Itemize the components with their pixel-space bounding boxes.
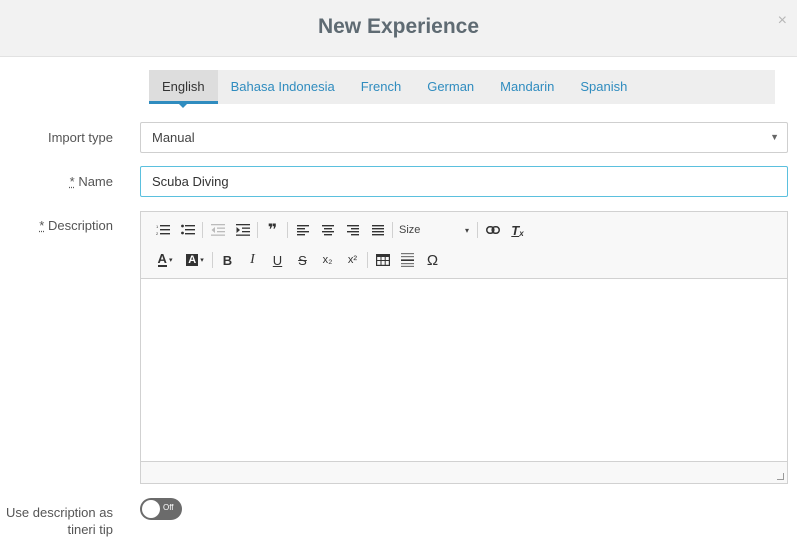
dialog-title: New Experience (317, 15, 480, 38)
background-color-glyph: A (186, 254, 199, 266)
toolbar-separator (202, 222, 203, 238)
chevron-down-icon: ▾ (200, 257, 204, 264)
toolbar-row-2: A ▾ A ▾ B I U S x₂ x² Ω (150, 248, 445, 272)
tip-label: Use description as tineri tip (0, 504, 113, 538)
editor-content-area[interactable] (141, 279, 787, 461)
align-center-icon[interactable] (315, 218, 340, 242)
tab-english[interactable]: English (149, 70, 218, 108)
tip-label-line1: Use description as (6, 505, 113, 520)
outdent-icon[interactable] (205, 218, 230, 242)
strikethrough-icon[interactable]: S (290, 248, 315, 272)
name-label-text: Name (74, 174, 113, 189)
blockquote-icon[interactable]: ❞ (260, 218, 285, 242)
toggle-state-text: Off (163, 503, 174, 512)
subscript-icon[interactable]: x₂ (315, 248, 340, 272)
link-icon[interactable] (480, 218, 505, 242)
language-tabs: English Bahasa Indonesia French German M… (149, 70, 775, 108)
align-left-icon[interactable] (290, 218, 315, 242)
description-editor: 12 ❞ Size ▾ T x A ▾ A ▾ B I U S x₂ x² Ω (140, 211, 788, 484)
editor-toolbar: 12 ❞ Size ▾ T x A ▾ A ▾ B I U S x₂ x² Ω (141, 212, 787, 279)
close-icon[interactable]: × (778, 12, 787, 30)
justify-icon[interactable] (365, 218, 390, 242)
bold-icon[interactable]: B (215, 248, 240, 272)
font-size-select[interactable]: Size ▾ (395, 218, 475, 242)
toggle-knob (142, 500, 160, 518)
toolbar-row-1: 12 ❞ Size ▾ T x (150, 218, 530, 242)
toolbar-separator (367, 252, 368, 268)
tab-french[interactable]: French (348, 70, 414, 104)
indent-icon[interactable] (230, 218, 255, 242)
text-color-icon[interactable]: A ▾ (150, 248, 180, 272)
bulleted-list-icon[interactable] (175, 218, 200, 242)
name-input[interactable] (140, 166, 788, 197)
toolbar-separator (477, 222, 478, 238)
tip-label-line2: tineri tip (67, 522, 113, 537)
underline-icon[interactable]: U (265, 248, 290, 272)
description-label-text: Description (44, 218, 113, 233)
svg-text:2: 2 (156, 231, 159, 236)
editor-status-bar (141, 461, 787, 483)
table-icon[interactable] (370, 248, 395, 272)
superscript-icon[interactable]: x² (340, 248, 365, 272)
italic-icon[interactable]: I (240, 248, 265, 272)
background-color-icon[interactable]: A ▾ (180, 248, 210, 272)
font-size-label: Size (399, 224, 421, 236)
tip-toggle[interactable]: Off (140, 498, 182, 520)
description-label: * Description (0, 217, 113, 234)
resize-handle-icon[interactable] (777, 473, 784, 480)
chevron-down-icon: ▾ (168, 257, 173, 264)
dropdown-caret-icon: ▼ (770, 132, 779, 142)
toolbar-separator (287, 222, 288, 238)
horizontal-line-icon[interactable] (395, 248, 420, 272)
remove-format-icon[interactable]: Tx (505, 218, 530, 242)
toolbar-separator (392, 222, 393, 238)
toolbar-separator (212, 252, 213, 268)
toolbar-separator (257, 222, 258, 238)
import-type-select[interactable]: Manual ▼ (140, 122, 788, 153)
dialog-header: New Experience × (0, 0, 797, 57)
tab-mandarin[interactable]: Mandarin (487, 70, 567, 104)
svg-text:1: 1 (156, 224, 159, 229)
remove-format-x: x (519, 228, 524, 238)
chevron-down-icon: ▾ (464, 225, 469, 235)
tab-bahasa-indonesia[interactable]: Bahasa Indonesia (218, 70, 348, 104)
tab-spanish[interactable]: Spanish (567, 70, 640, 104)
tab-german[interactable]: German (414, 70, 487, 104)
align-right-icon[interactable] (340, 218, 365, 242)
numbered-list-icon[interactable]: 12 (150, 218, 175, 242)
special-char-icon[interactable]: Ω (420, 248, 445, 272)
text-color-glyph: A (157, 251, 167, 267)
import-type-label: Import type (47, 130, 113, 145)
name-label: * Name (0, 173, 113, 190)
import-type-value: Manual (152, 130, 195, 145)
